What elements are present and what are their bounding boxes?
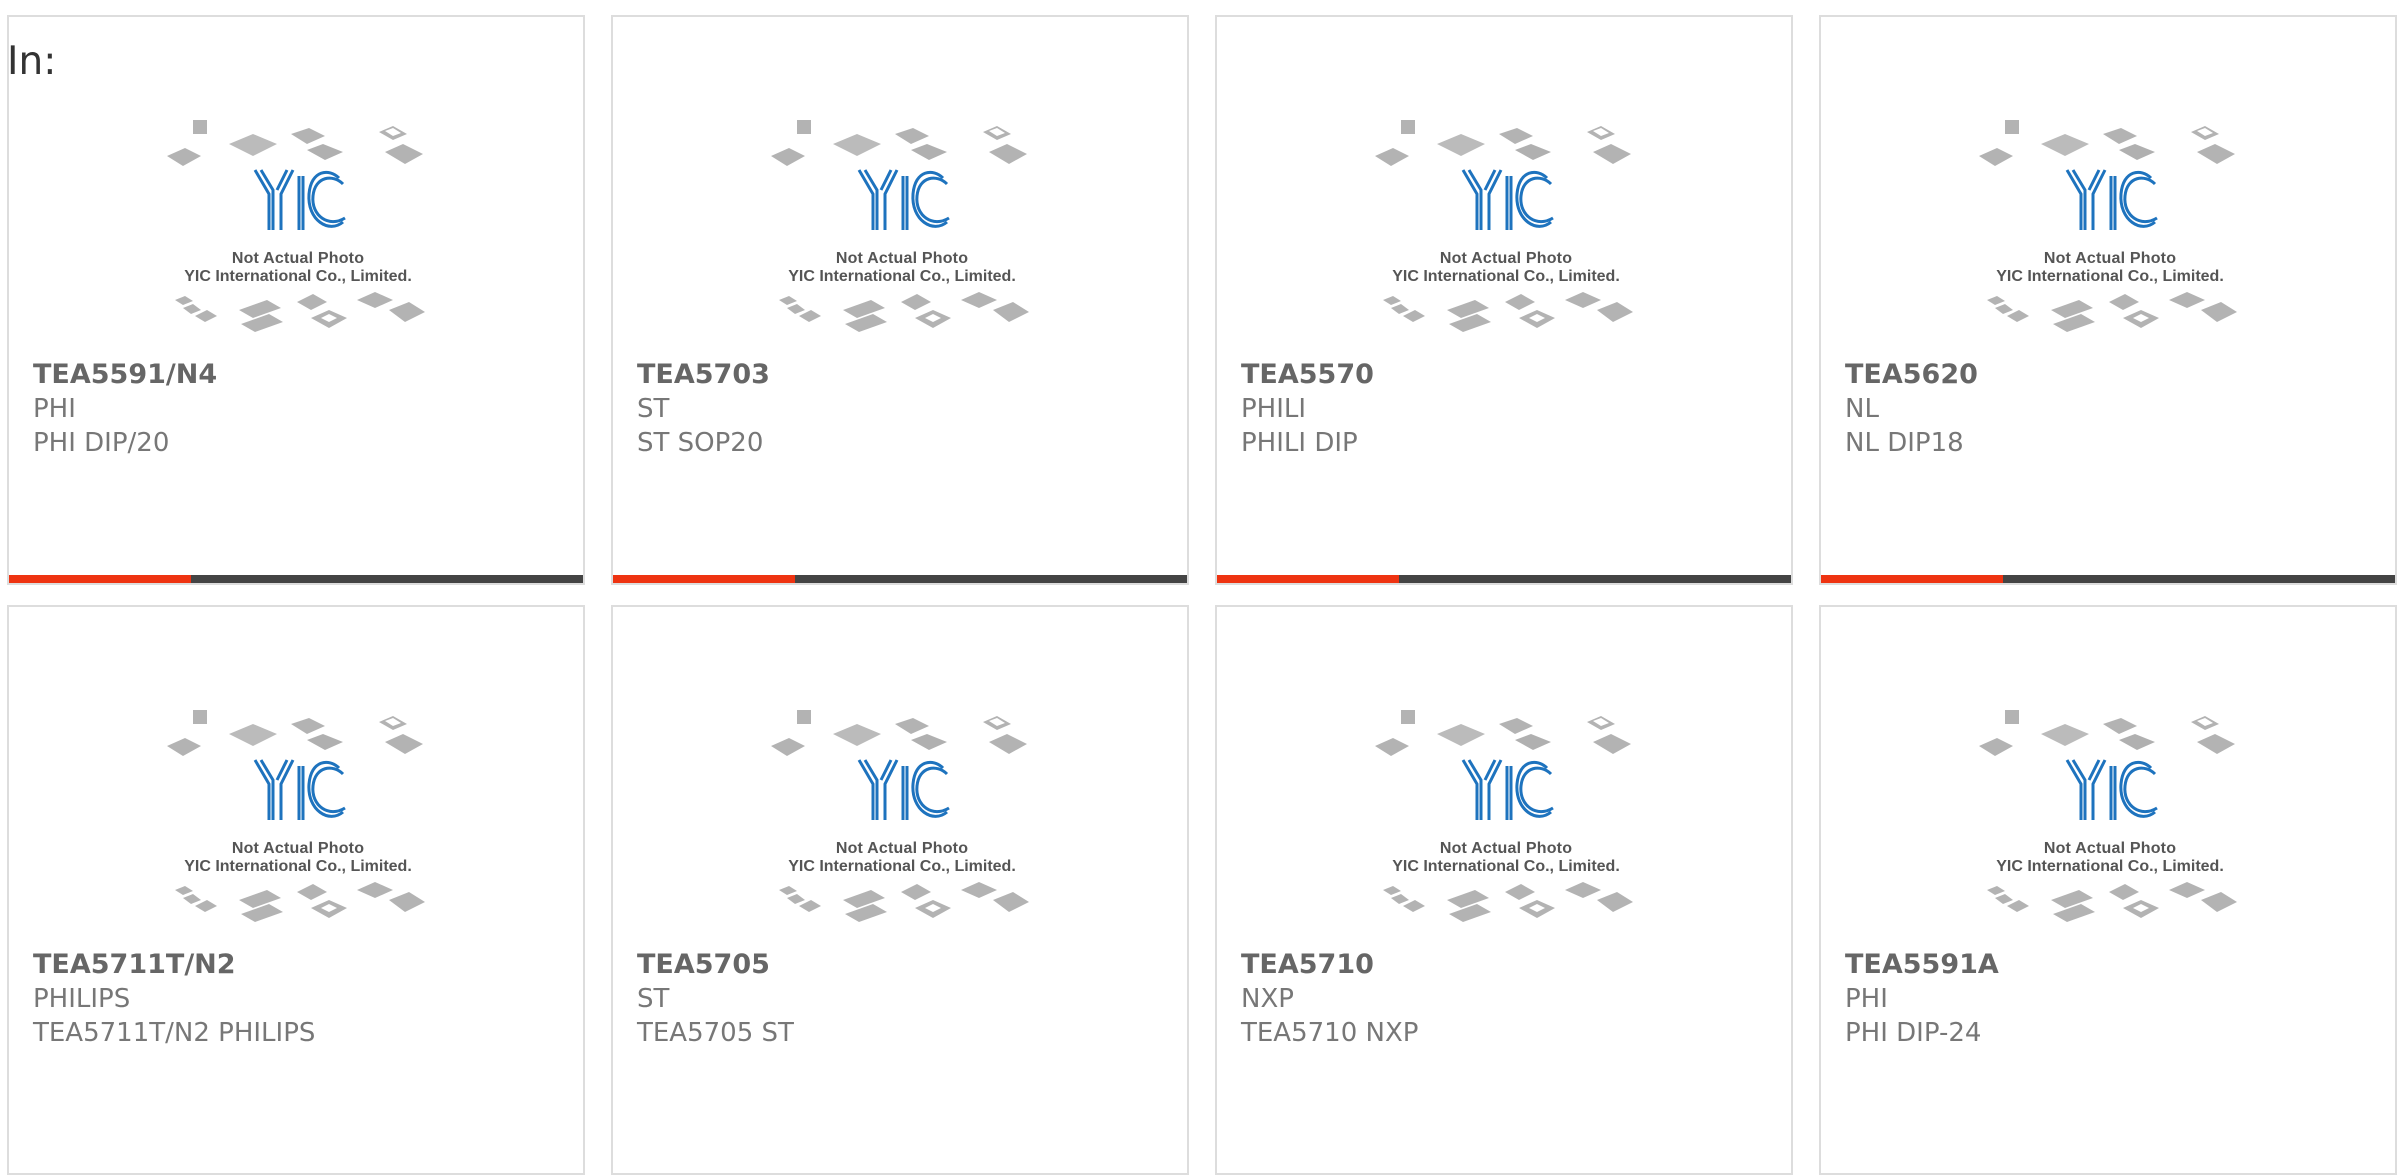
not-actual-photo-text: Not Actual Photo — [835, 840, 969, 857]
card-accent-bar — [1821, 575, 2003, 583]
product-image-placeholder: Not Actual Photo YIC International Co., … — [767, 694, 1037, 934]
product-image-placeholder: Not Actual Photo YIC International Co., … — [1975, 694, 2245, 934]
package-info: TEA5711T/N2 PHILIPS — [33, 1018, 316, 1048]
part-number[interactable]: TEA5620 — [1845, 357, 1978, 393]
not-actual-photo-text: Not Actual Photo — [2043, 250, 2177, 267]
package-info: TEA5710 NXP — [1241, 1018, 1419, 1048]
package-info: TEA5705 ST — [637, 1018, 794, 1048]
brand-name: PHI — [1845, 984, 1888, 1014]
company-name-text: YIC International Co., Limited. — [184, 268, 412, 285]
brand-name: NXP — [1241, 984, 1294, 1014]
card-bottom-bar — [9, 575, 583, 583]
product-card[interactable]: Not Actual Photo YIC International Co., … — [1819, 605, 2397, 1175]
company-name-text: YIC International Co., Limited. — [788, 268, 1016, 285]
not-actual-photo-text: Not Actual Photo — [1439, 250, 1573, 267]
product-card[interactable]: Not Actual Photo YIC International Co., … — [1215, 605, 1793, 1175]
product-image-placeholder: Not Actual Photo YIC International Co., … — [1371, 104, 1641, 344]
part-number[interactable]: TEA5703 — [637, 357, 770, 393]
package-info: NL DIP18 — [1845, 428, 1964, 458]
product-card[interactable]: Not Actual Photo YIC International Co., … — [7, 605, 585, 1175]
company-name-text: YIC International Co., Limited. — [1996, 858, 2224, 875]
card-bottom-bar — [613, 575, 1187, 583]
package-info: ST SOP20 — [637, 428, 764, 458]
product-card[interactable]: Not Actual Photo YIC International Co., … — [1819, 15, 2397, 585]
company-name-text: YIC International Co., Limited. — [184, 858, 412, 875]
brand-name: ST — [637, 984, 670, 1014]
card-accent-bar — [9, 575, 191, 583]
not-actual-photo-text: Not Actual Photo — [231, 840, 365, 857]
part-number[interactable]: TEA5711T/N2 — [33, 947, 236, 983]
card-bottom-bar — [1821, 575, 2395, 583]
part-number[interactable]: TEA5570 — [1241, 357, 1374, 393]
not-actual-photo-text: Not Actual Photo — [835, 250, 969, 267]
company-name-text: YIC International Co., Limited. — [1996, 268, 2224, 285]
company-name-text: YIC International Co., Limited. — [1392, 268, 1620, 285]
package-info: PHI DIP/20 — [33, 428, 170, 458]
package-info: PHI DIP-24 — [1845, 1018, 1982, 1048]
product-card[interactable]: Not Actual Photo YIC International Co., … — [7, 15, 585, 585]
card-accent-bar — [1217, 575, 1399, 583]
not-actual-photo-text: Not Actual Photo — [2043, 840, 2177, 857]
product-image-placeholder: Not Actual Photo YIC International Co., … — [1975, 104, 2245, 344]
brand-name: PHILI — [1241, 394, 1307, 424]
company-name-text: YIC International Co., Limited. — [1392, 858, 1620, 875]
product-card[interactable]: Not Actual Photo YIC International Co., … — [1215, 15, 1793, 585]
part-number[interactable]: TEA5710 — [1241, 947, 1374, 983]
card-bottom-bar — [1217, 575, 1791, 583]
product-image-placeholder: Not Actual Photo YIC International Co., … — [163, 104, 433, 344]
brand-name: ST — [637, 394, 670, 424]
card-accent-bar — [613, 575, 795, 583]
brand-name: PHILIPS — [33, 984, 131, 1014]
brand-name: PHI — [33, 394, 76, 424]
part-number[interactable]: TEA5591A — [1845, 947, 1999, 983]
brand-name: NL — [1845, 394, 1879, 424]
product-image-placeholder: Not Actual Photo YIC International Co., … — [767, 104, 1037, 344]
company-name-text: YIC International Co., Limited. — [788, 858, 1016, 875]
part-number[interactable]: TEA5705 — [637, 947, 770, 983]
part-number[interactable]: TEA5591/N4 — [33, 357, 217, 393]
product-image-placeholder: Not Actual Photo YIC International Co., … — [1371, 694, 1641, 934]
not-actual-photo-text: Not Actual Photo — [231, 250, 365, 267]
filter-label: In: — [7, 39, 57, 84]
product-card[interactable]: Not Actual Photo YIC International Co., … — [611, 605, 1189, 1175]
not-actual-photo-text: Not Actual Photo — [1439, 840, 1573, 857]
package-info: PHILI DIP — [1241, 428, 1358, 458]
product-image-placeholder: Not Actual Photo YIC International Co., … — [163, 694, 433, 934]
product-card[interactable]: Not Actual Photo YIC International Co., … — [611, 15, 1189, 585]
